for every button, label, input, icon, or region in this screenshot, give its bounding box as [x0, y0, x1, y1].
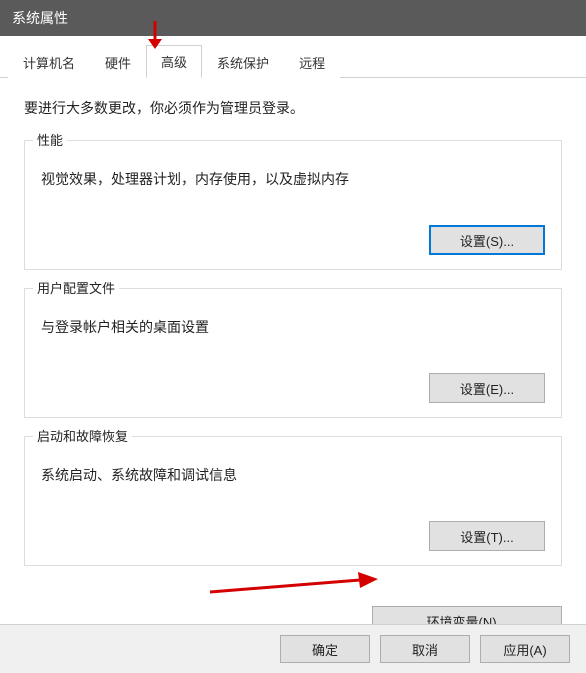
tab-content-advanced: 要进行大多数更改，你必须作为管理员登录。 性能 视觉效果，处理器计划，内存使用，… — [0, 78, 586, 594]
apply-button[interactable]: 应用(A) — [480, 635, 570, 663]
startup-recovery-settings-button[interactable]: 设置(T)... — [429, 521, 545, 551]
tab-advanced[interactable]: 高级 — [146, 45, 202, 78]
tab-strip: 计算机名 硬件 高级 系统保护 远程 — [0, 36, 586, 78]
window-title: 系统属性 — [12, 8, 68, 28]
tab-remote[interactable]: 远程 — [284, 46, 340, 78]
admin-note: 要进行大多数更改，你必须作为管理员登录。 — [24, 98, 562, 118]
user-profiles-settings-button[interactable]: 设置(E)... — [429, 373, 545, 403]
group-performance-desc: 视觉效果，处理器计划，内存使用，以及虚拟内存 — [41, 169, 545, 189]
group-startup-recovery-desc: 系统启动、系统故障和调试信息 — [41, 465, 545, 485]
group-performance: 性能 视觉效果，处理器计划，内存使用，以及虚拟内存 设置(S)... — [24, 140, 562, 270]
ok-button[interactable]: 确定 — [280, 635, 370, 663]
tab-system-protection[interactable]: 系统保护 — [202, 46, 284, 78]
group-startup-recovery: 启动和故障恢复 系统启动、系统故障和调试信息 设置(T)... — [24, 436, 562, 566]
title-bar: 系统属性 — [0, 0, 586, 36]
dialog-button-row: 确定 取消 应用(A) — [0, 624, 586, 673]
performance-settings-button[interactable]: 设置(S)... — [429, 225, 545, 255]
group-user-profiles-title: 用户配置文件 — [33, 278, 119, 297]
group-user-profiles-desc: 与登录帐户相关的桌面设置 — [41, 317, 545, 337]
tab-hardware[interactable]: 硬件 — [90, 46, 146, 78]
cancel-button[interactable]: 取消 — [380, 635, 470, 663]
group-startup-recovery-title: 启动和故障恢复 — [33, 426, 132, 445]
group-performance-title: 性能 — [33, 130, 67, 149]
annotation-arrow-right-icon — [210, 568, 380, 601]
group-user-profiles: 用户配置文件 与登录帐户相关的桌面设置 设置(E)... — [24, 288, 562, 418]
tab-computer-name[interactable]: 计算机名 — [8, 46, 90, 78]
